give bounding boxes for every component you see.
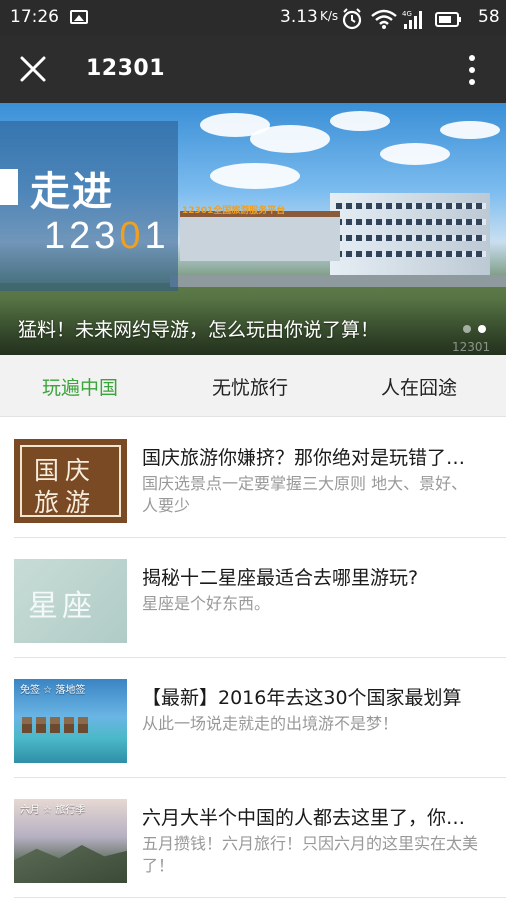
more-vertical-icon (469, 55, 475, 85)
banner-sign-text: 12301全国旅游服务平台 (182, 206, 286, 216)
cloud-shape (380, 143, 450, 165)
article-title: 【最新】2016年去这30个国家最划算 (142, 687, 462, 709)
article-thumbnail: 国庆 旅游 (14, 439, 127, 523)
battery-icon (435, 12, 461, 27)
status-icons: 4G (342, 8, 461, 30)
tab-worry-free-travel[interactable]: 无忧旅行 (212, 373, 288, 400)
list-item[interactable]: 六月 ☆ 旅行季 六月大半个中国的人都去这里了，你还在等什么 五月攒钱！六月旅行… (0, 778, 506, 898)
alarm-icon (342, 8, 362, 30)
thumbnail-text: 星座 (28, 589, 96, 624)
article-desc: 五月攒钱！六月旅行！只因六月的这里实在太美了！ (142, 834, 479, 875)
pager-dot-active[interactable] (478, 325, 486, 333)
article-title: 六月大半个中国的人都去这里了，你还在等什么 (142, 807, 482, 829)
banner-number-part: 123 (44, 215, 120, 257)
building-shape (180, 215, 340, 261)
banner-overlay-number: 12301 (44, 215, 170, 258)
thumbnail-caption: 六月 ☆ 旅行季 (20, 805, 86, 816)
article-desc: 星座是个好东西。 (142, 594, 271, 613)
mountain-shape (14, 845, 127, 883)
article-thumbnail: 免签 ☆ 落地签 (14, 679, 127, 763)
article-thumbnail: 星座 (14, 559, 127, 643)
cloud-shape (250, 125, 330, 153)
list-item[interactable]: 国庆 旅游 国庆旅游你嫌挤？那你绝对是玩错了地方 国庆选景点一定要掌握三大原则 … (0, 418, 506, 538)
tab-lost-on-the-road[interactable]: 人在囧途 (381, 373, 457, 400)
close-icon (20, 56, 46, 82)
close-button[interactable] (14, 54, 54, 86)
article-title: 揭秘十二星座最适合去哪里游玩? (142, 567, 419, 589)
gallery-icon (70, 10, 88, 24)
road-shape (170, 275, 506, 287)
banner-accent-bar (0, 169, 18, 205)
title-bar: 12301 (0, 36, 506, 103)
building-window-row (336, 219, 486, 225)
banner-carousel[interactable]: 走进 12301 12301全国旅游服务平台 猛料！未来网约导游，怎么玩由你说了… (0, 103, 506, 355)
building-window-row (336, 235, 486, 241)
banner-number-part: 1 (144, 215, 170, 257)
battery-level: 58 (478, 7, 500, 27)
signal-4g-icon: 4G (402, 10, 422, 29)
cloud-shape (330, 111, 390, 131)
cloud-shape (440, 121, 500, 139)
network-speed-unit: K/s (320, 9, 339, 23)
cloud-shape (210, 163, 300, 189)
article-desc: 国庆选景点一定要掌握三大原则 地大、景好、人要少 (142, 474, 468, 515)
thumbnail-text: 旅游 (34, 488, 97, 517)
banner-watermark: 12301 (452, 340, 491, 354)
svg-text:4G: 4G (402, 10, 412, 18)
article-title: 国庆旅游你嫌挤？那你绝对是玩错了地方 (142, 447, 482, 469)
thumbnail-text: 国庆 (34, 456, 97, 485)
tab-play-china[interactable]: 玩遍中国 (42, 373, 118, 400)
banner-overlay-title: 走进 (30, 169, 114, 215)
article-desc: 从此一场说走就走的出境游不是梦！ (142, 714, 399, 733)
status-time: 17:26 (10, 7, 59, 27)
page-title: 12301 (86, 56, 166, 81)
article-thumbnail: 六月 ☆ 旅行季 (14, 799, 127, 883)
banner-number-accent: 0 (119, 215, 145, 257)
status-bar: 17:26 3.13 K/s 4G 58 (0, 0, 506, 36)
list-item[interactable]: 免签 ☆ 落地签 【最新】2016年去这30个国家最划算 从此一场说走就走的出境… (0, 658, 506, 778)
network-speed: 3.13 (280, 7, 318, 27)
building-window-row (336, 251, 486, 257)
divider (14, 897, 506, 898)
list-item[interactable]: 星座 揭秘十二星座最适合去哪里游玩? 星座是个好东西。 (0, 538, 506, 658)
banner-caption: 猛料！未来网约导游，怎么玩由你说了算！ (18, 319, 380, 341)
category-tabs: 玩遍中国 无忧旅行 人在囧途 (0, 355, 506, 417)
pager-dot[interactable] (463, 325, 471, 333)
more-menu-button[interactable] (458, 52, 486, 88)
water-bungalows-shape (22, 723, 92, 733)
thumbnail-caption: 免签 ☆ 落地签 (20, 685, 86, 696)
bungalow-roofs-shape (22, 717, 92, 724)
wifi-icon (371, 9, 397, 29)
building-window-row (336, 203, 486, 209)
